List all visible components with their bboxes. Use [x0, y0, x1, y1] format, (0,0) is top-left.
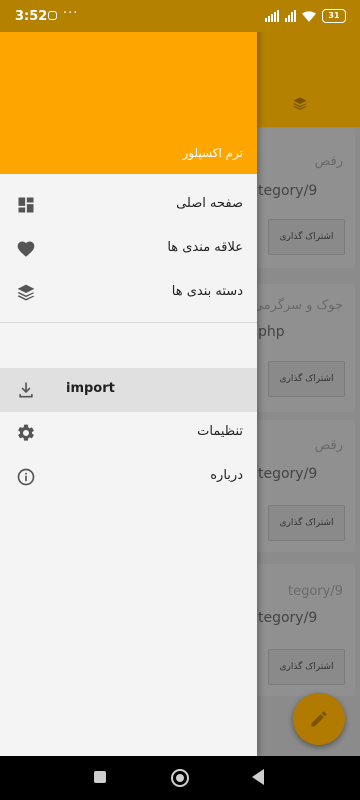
card-category: tegory/9 [288, 584, 343, 599]
menu-item-label: صفحه اصلی [176, 196, 243, 211]
menu-item-label: درباره [210, 468, 243, 483]
menu-item-label: تنظیمات [197, 424, 243, 439]
card-path: tegory/9 [258, 466, 318, 482]
system-nav-bar [0, 756, 360, 800]
menu-item-about[interactable]: درباره [0, 455, 257, 499]
card-category: رقص [314, 154, 343, 169]
menu-item-import[interactable]: import [0, 368, 257, 412]
card-path: php [258, 324, 285, 340]
heart-icon [17, 241, 35, 257]
app-name: ترم اکسپلور [182, 146, 243, 160]
navigation-drawer: ترم اکسپلور صفحه اصلی علاقه مندی ها دسته… [0, 0, 257, 756]
back-button[interactable] [252, 769, 264, 785]
share-button[interactable]: اشتراک گذاری [268, 219, 345, 255]
menu-item-home[interactable]: صفحه اصلی [0, 183, 257, 227]
download-icon [19, 382, 33, 398]
edit-fab[interactable] [293, 693, 345, 745]
menu-item-favorites[interactable]: علاقه مندی ها [0, 227, 257, 271]
recents-button[interactable] [94, 771, 106, 783]
signal-icon [285, 10, 296, 22]
wifi-icon [302, 11, 316, 22]
status-time: 3:52 [15, 9, 48, 24]
menu-item-label: دسته بندی ها [171, 284, 243, 299]
card-path: tegory/9 [258, 610, 318, 626]
layers-icon [17, 284, 35, 301]
info-icon [17, 468, 35, 486]
card-path: tegory/9 [258, 183, 318, 199]
share-button[interactable]: اشتراک گذاری [268, 361, 345, 397]
card-category: رقص [314, 438, 343, 453]
card-category: جوک و سرگرمی [252, 298, 343, 313]
signal-icon [265, 10, 279, 22]
battery-icon: 31 [322, 9, 346, 23]
dashboard-icon [18, 197, 34, 213]
pencil-icon [311, 711, 327, 727]
menu-item-label: import [66, 381, 115, 396]
menu-item-settings[interactable]: تنظیمات [0, 411, 257, 455]
drawer-divider [0, 322, 257, 323]
share-button[interactable]: اشتراک گذاری [268, 649, 345, 685]
menu-item-categories[interactable]: دسته بندی ها [0, 271, 257, 315]
status-icons: 31 [265, 8, 346, 24]
layers-icon[interactable] [292, 96, 308, 112]
gear-icon [18, 424, 34, 441]
menu-item-label: علاقه مندی ها [167, 240, 243, 255]
drawer-header: ترم اکسپلور [0, 32, 257, 174]
instagram-icon [48, 11, 57, 20]
status-bar: 3:52 ··· 31 [0, 0, 360, 32]
more-notifications-icon: ··· [63, 6, 79, 21]
share-button[interactable]: اشتراک گذاری [268, 505, 345, 541]
home-button[interactable] [171, 769, 189, 787]
